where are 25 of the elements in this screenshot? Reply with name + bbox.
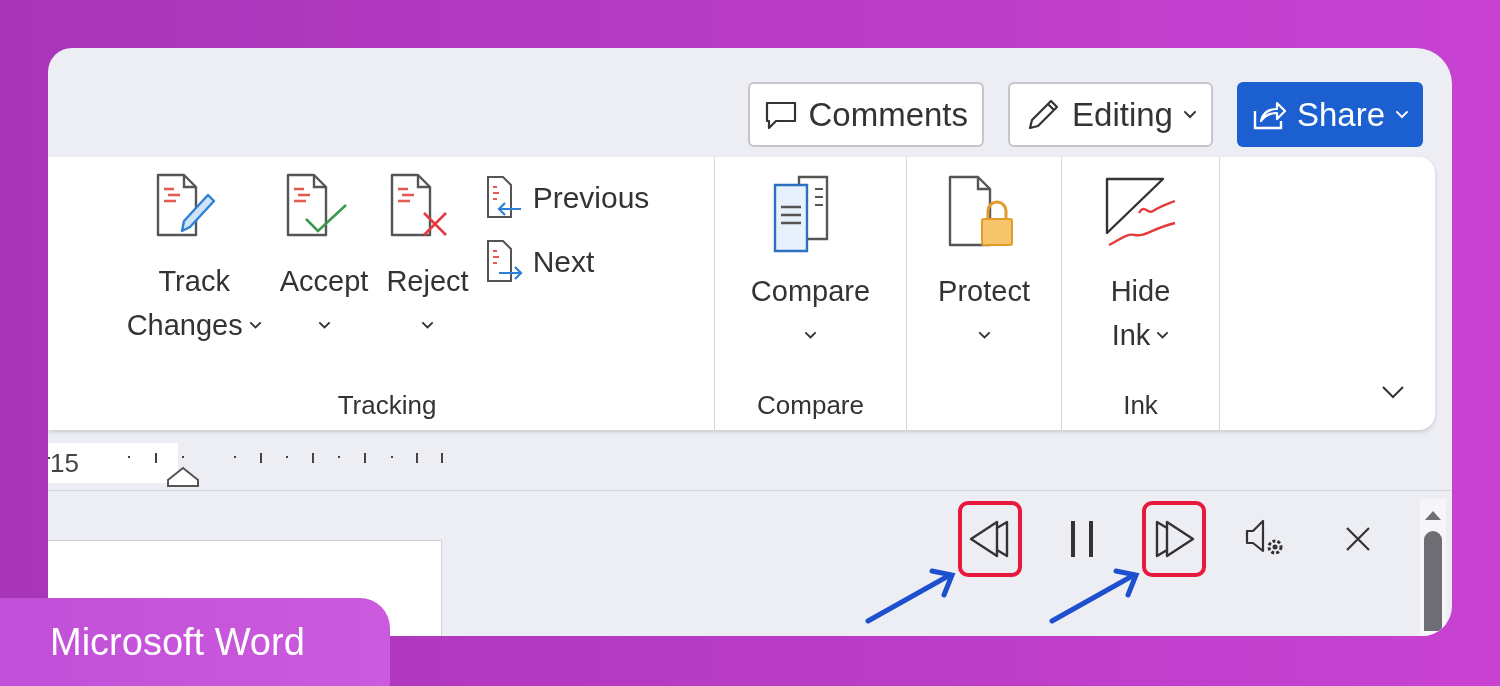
group-label: Ink	[1123, 390, 1158, 420]
next-paragraph-button[interactable]	[1142, 501, 1206, 577]
collapse-ribbon-icon[interactable]	[1381, 385, 1405, 399]
ruler-number: 15	[50, 450, 79, 476]
group-label: Compare	[757, 390, 864, 420]
ribbon-button[interactable]: Next	[484, 239, 650, 285]
comments-button[interactable]: Comments	[748, 82, 985, 147]
ribbon-button[interactable]: Protect	[936, 173, 1032, 357]
previous-paragraph-button[interactable]	[958, 501, 1022, 577]
scrollbar-thumb[interactable]	[1424, 531, 1442, 631]
ribbon-button[interactable]: Accept	[277, 173, 371, 347]
editing-button[interactable]: Editing	[1008, 82, 1213, 147]
ribbon-button[interactable]: Reject	[384, 173, 471, 347]
app-label: Microsoft Word	[0, 598, 390, 686]
scrollbar[interactable]	[1420, 499, 1446, 636]
indent-marker[interactable]	[166, 466, 200, 488]
comment-icon	[764, 99, 799, 130]
scroll-up-icon[interactable]	[1424, 509, 1442, 521]
ribbon-button[interactable]: Hide Ink	[1098, 173, 1183, 357]
ribbon-button[interactable]: Previous	[484, 175, 650, 221]
group-label: Tracking	[337, 390, 437, 420]
ribbon-button[interactable]: Track Changes	[124, 173, 264, 347]
share-button[interactable]: Share	[1236, 82, 1423, 147]
ribbon-button[interactable]: Compare	[748, 173, 873, 357]
document-right-arrow-icon	[484, 239, 525, 285]
